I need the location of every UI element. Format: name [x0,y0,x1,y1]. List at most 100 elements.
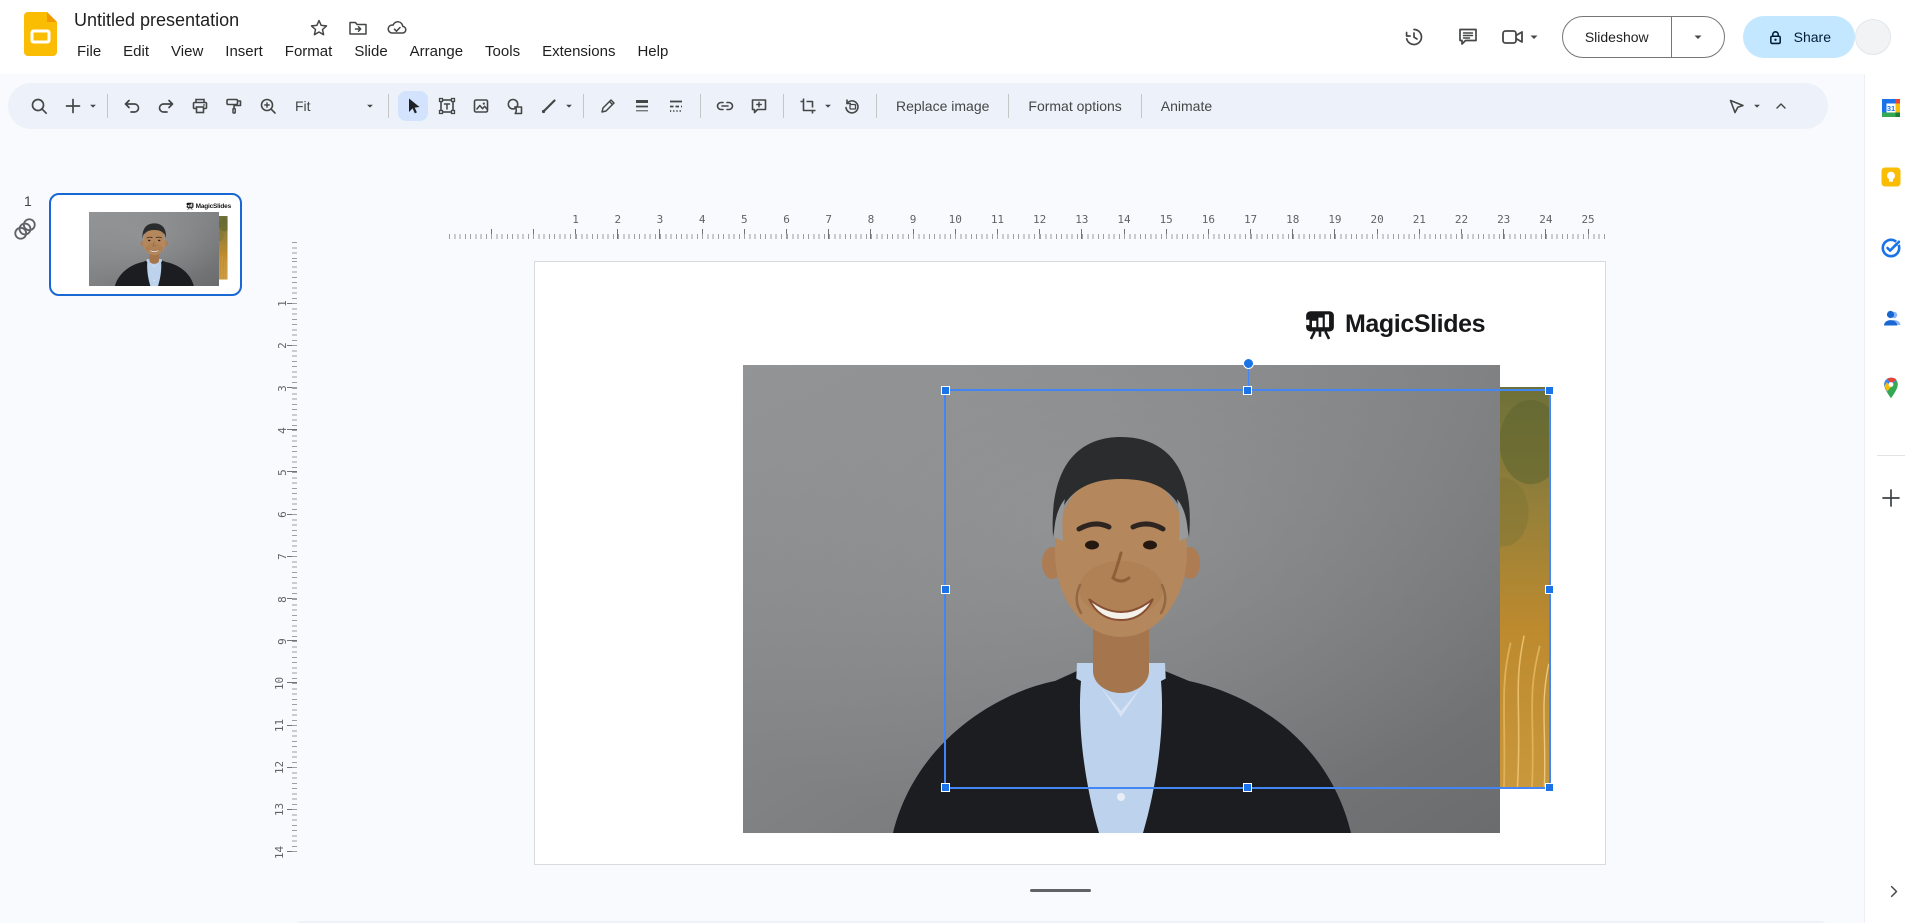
search-menus-button[interactable] [24,91,54,121]
paint-format-button[interactable] [219,91,249,121]
menu-item[interactable]: Insert [214,39,274,64]
zoom-in-icon [258,96,278,116]
redo-button[interactable] [151,91,181,121]
zoom-value: Fit [295,98,311,114]
transition-icon[interactable] [12,216,38,242]
resize-handle-nw[interactable] [941,386,950,395]
chevron-down-icon [1752,101,1762,111]
sidebar-divider [1877,455,1905,456]
slide-thumbnail[interactable]: MagicSlides [49,193,242,296]
contacts-button[interactable] [1877,304,1905,332]
menu-item[interactable]: Help [626,39,679,64]
add-comment-button[interactable] [744,91,774,121]
menu-item[interactable]: Arrange [399,39,474,64]
insert-link-button[interactable] [710,91,740,121]
chevron-down-icon [823,101,833,111]
plus-icon [1879,486,1903,510]
insert-line-dropdown[interactable] [562,91,576,121]
insert-line-button[interactable] [534,91,564,121]
vertical-ruler: 1234567891011121314 [272,261,297,852]
calendar-button[interactable]: 31 [1877,94,1905,122]
share-button[interactable]: Share [1743,16,1855,58]
chevron-down-icon [564,101,574,111]
search-icon [29,96,49,116]
show-side-panel-button[interactable] [1879,877,1907,905]
horizontal-ruler: 1234567891011121314151617181920212223242… [449,214,1588,239]
new-slide-button[interactable] [58,91,88,121]
menu-item[interactable]: Extensions [531,39,626,64]
resize-handle-se[interactable] [1545,783,1554,792]
google-slides-app: Untitled presentation FileEditViewInsert… [0,0,1917,923]
slideshow-button[interactable]: Slideshow [1563,17,1672,57]
share-button-label: Share [1794,29,1831,45]
replace-image-button[interactable]: Replace image [884,91,1001,121]
tasks-button[interactable] [1877,234,1905,262]
menu-item[interactable]: File [66,39,112,64]
crop-icon [798,96,818,116]
slide-number: 1 [24,193,32,209]
keep-button[interactable] [1877,163,1905,191]
animate-button[interactable]: Animate [1149,91,1224,121]
toolbar: Fit [8,83,1828,129]
print-button[interactable] [185,91,215,121]
resize-handle-e[interactable] [1545,585,1554,594]
pointer-mode-dropdown[interactable] [1750,91,1764,121]
resize-handle-sw[interactable] [941,783,950,792]
slide-brand-logo[interactable]: MagicSlides [1304,308,1485,340]
border-weight-button[interactable] [627,91,657,121]
paint-format-icon [224,96,244,116]
slideshow-dropdown-button[interactable] [1672,17,1724,57]
portrait-image[interactable] [743,365,1500,833]
document-title[interactable]: Untitled presentation [74,10,239,31]
join-call-button[interactable] [1500,24,1540,50]
menu-item[interactable]: Slide [343,39,398,64]
format-options-button[interactable]: Format options [1016,91,1133,121]
notes-resize-handle[interactable] [1030,889,1091,892]
menu-item[interactable]: Edit [112,39,160,64]
maps-button[interactable] [1877,374,1905,402]
zoom-in-button[interactable] [253,91,283,121]
resize-handle-s[interactable] [1243,783,1252,792]
resize-handle-n[interactable] [1243,386,1252,395]
slide-canvas[interactable]: MagicSlides [534,261,1606,865]
resize-handle-w[interactable] [941,585,950,594]
menu-bar: FileEditViewInsertFormatSlideArrangeTool… [66,36,679,66]
meet-camera-icon [1500,24,1526,50]
google-slides-logo-icon[interactable] [24,12,57,56]
account-avatar[interactable] [1855,19,1891,55]
lock-icon [1767,29,1784,46]
google-contacts-icon [1878,305,1904,331]
thumbnail-portrait-image [89,212,220,286]
menu-item[interactable]: Format [274,39,344,64]
collapse-toolbar-button[interactable] [1766,91,1796,121]
resize-handle-ne[interactable] [1545,386,1554,395]
insert-link-icon [715,96,735,116]
insert-image-button[interactable] [466,91,496,121]
header: Untitled presentation FileEditViewInsert… [0,0,1917,74]
nature-image[interactable] [1495,387,1551,788]
new-slide-dropdown[interactable] [86,91,100,121]
border-dash-button[interactable] [661,91,691,121]
undo-button[interactable] [117,91,147,121]
reset-image-icon [842,96,862,116]
insert-shape-button[interactable] [500,91,530,121]
border-color-button[interactable] [593,91,623,121]
reset-image-button[interactable] [837,91,867,121]
comments-button[interactable] [1446,15,1490,59]
select-tool-button[interactable] [398,91,428,121]
chevron-down-icon [88,101,98,111]
mask-image-dropdown[interactable] [821,91,835,121]
zoom-select[interactable]: Fit [285,91,381,121]
text-box-button[interactable] [432,91,462,121]
get-addons-button[interactable] [1877,484,1905,512]
filmstrip-panel: 1 MagicSlides [0,130,260,850]
menu-item[interactable]: Tools [474,39,531,64]
crop-image-button[interactable] [793,91,823,121]
pointer-mode-button[interactable] [1722,91,1752,121]
header-right-actions: Slideshow Share [1392,15,1855,59]
rotation-handle[interactable] [1243,358,1254,369]
workspace: 1 MagicSlides 12345678910111213 [0,74,1864,923]
google-calendar-icon: 31 [1878,95,1904,121]
menu-item[interactable]: View [160,39,214,64]
version-history-button[interactable] [1392,15,1436,59]
